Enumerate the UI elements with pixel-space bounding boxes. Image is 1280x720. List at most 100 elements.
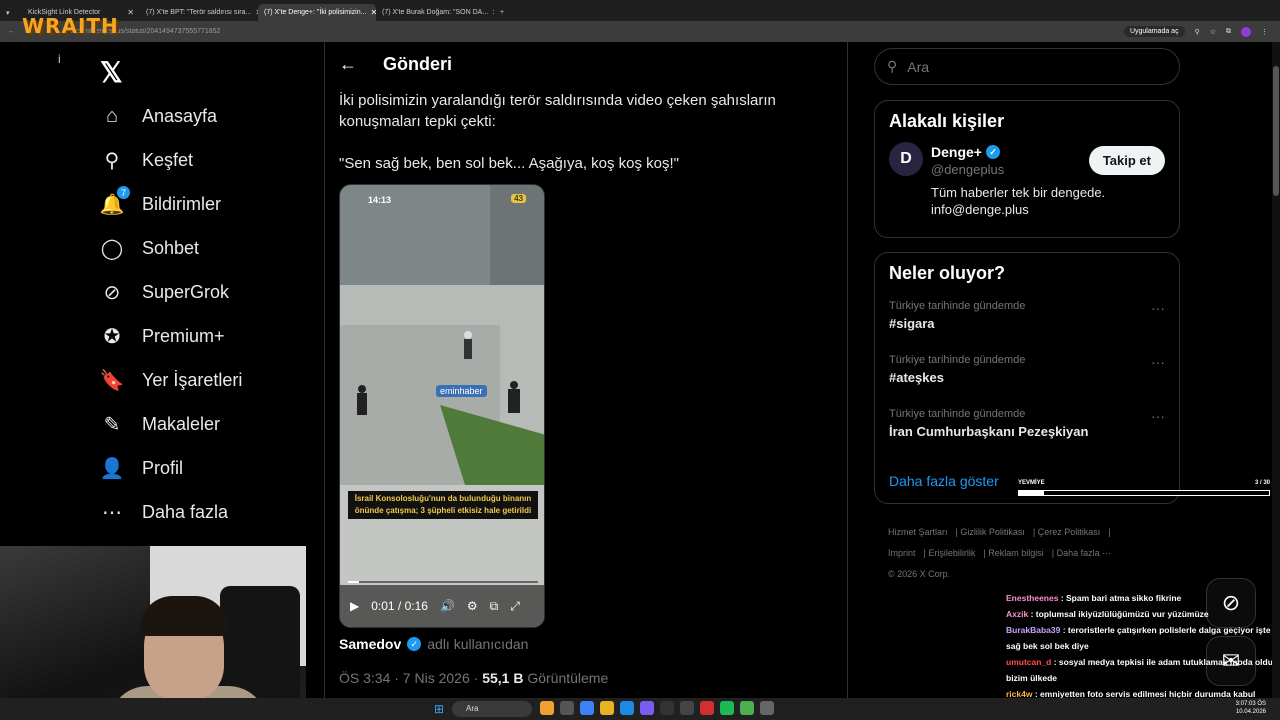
verified-icon: ✓: [985, 145, 1000, 159]
profile-avatar[interactable]: [1241, 26, 1251, 37]
nav-item-more[interactable]: ⋯ Daha fazla: [100, 500, 228, 524]
app-icon[interactable]: [660, 701, 674, 715]
scrollbar-thumb[interactable]: [1273, 66, 1279, 196]
nav-item-bookmarks[interactable]: 🔖 Yer İşaretleri: [99, 368, 243, 392]
trend-item[interactable]: Türkiye tarihinde gündemde #ateşkes ···: [875, 352, 1179, 406]
nav-item-premium[interactable]: ✪ Premium+: [100, 324, 225, 348]
x-logo-icon[interactable]: 𝕏: [100, 56, 123, 89]
footer-link[interactable]: Daha fazla ···: [1057, 548, 1112, 558]
nav-item-chat[interactable]: ◯ Sohbet: [100, 236, 199, 260]
back-icon[interactable]: ←: [8, 28, 15, 35]
settings-icon[interactable]: ⚙: [467, 599, 478, 613]
person-handle: @dengeplus: [931, 162, 1005, 177]
post-time[interactable]: ÖS 3:34 · 7 Nis 2026 ·: [339, 670, 478, 686]
video-progress-bar[interactable]: [348, 581, 538, 583]
browser-tab[interactable]: (7) X'te Burak Doğam: "SON DA...✕: [376, 4, 494, 21]
browser-tab-active[interactable]: (7) X'te Denge+: "İki polisimizin... ✕: [258, 4, 376, 21]
nav-label: Profil: [142, 457, 184, 478]
nav-item-notifications[interactable]: 🔔 7 Bildirimler: [100, 186, 222, 216]
person-bio: Tüm haberler tek bir dengede. info@denge.…: [931, 184, 1105, 218]
verified-icon: ✓: [407, 637, 422, 651]
trend-name: #sigara: [889, 316, 935, 331]
author-name[interactable]: Samedov: [339, 636, 401, 652]
spotify-icon[interactable]: [720, 701, 734, 715]
bio-email[interactable]: info@denge.plus: [931, 201, 1105, 218]
tab-menu-button[interactable]: ▾: [0, 4, 22, 21]
new-tab-button[interactable]: +: [494, 4, 516, 21]
taskbar-search[interactable]: Ara: [452, 701, 532, 717]
video-player[interactable]: 14:13 43 eminhaber İsrail Konsolosluğu'n…: [339, 184, 545, 628]
nav-label: Anasayfa: [142, 105, 218, 126]
video-progress-fill: [348, 581, 360, 583]
app-icon[interactable]: [740, 701, 754, 715]
trend-item[interactable]: Türkiye tarihinde gündemde #sigara ···: [875, 298, 1179, 352]
windows-icon[interactable]: ⊞: [434, 702, 444, 716]
app-icon[interactable]: [580, 701, 594, 715]
nav-label: Premium+: [142, 325, 225, 346]
footer-link[interactable]: Imprint: [888, 548, 916, 558]
related-title: Alakalı kişiler: [889, 111, 1005, 131]
person-item[interactable]: D Denge+ ✓ @dengeplus Tüm haberler tek bi…: [875, 142, 1179, 232]
post-author: Samedov ✓ adlı kullanıcıdan: [339, 636, 528, 652]
footer-link[interactable]: Erişilebilirlik: [928, 548, 975, 558]
avatar[interactable]: D: [889, 142, 923, 176]
nav-label: Bildirimler: [142, 193, 222, 214]
menu-icon[interactable]: ⋮: [1261, 28, 1268, 36]
browser-tab[interactable]: (7) X'te BPT: "Terör saldırısı sıra...✕: [140, 4, 258, 21]
nav-item-explore[interactable]: ⚲ Keşfet: [100, 148, 193, 172]
pip-icon[interactable]: ⧉: [490, 599, 499, 614]
app-icon[interactable]: [640, 701, 654, 715]
more-icon[interactable]: ···: [1151, 300, 1165, 316]
tab-title: (7) X'te Burak Doğam: "SON DA...: [382, 9, 489, 16]
person-name[interactable]: Denge+ ✓: [931, 144, 1000, 160]
search-input[interactable]: ⚲ Ara: [874, 48, 1180, 85]
volume-icon[interactable]: 🔊: [440, 599, 455, 613]
footer-link[interactable]: Çerez Politikası: [1038, 527, 1101, 537]
folder-icon[interactable]: [600, 701, 614, 715]
footer-link[interactable]: Gizlilik Politikası: [960, 527, 1025, 537]
back-arrow-icon[interactable]: ←: [339, 54, 357, 75]
webcam-overlay: [0, 546, 306, 720]
extensions-icon[interactable]: ⧉: [1226, 28, 1231, 36]
yevmiye-progress-fill: [1019, 491, 1044, 495]
nav-label: Keşfet: [142, 149, 194, 170]
search-placeholder: Ara: [907, 58, 930, 75]
more-icon[interactable]: ···: [1151, 354, 1165, 370]
fullscreen-icon[interactable]: ⤢: [510, 599, 520, 614]
more-icon[interactable]: ···: [1151, 408, 1165, 424]
video-timecode: 0:01 / 0:16: [371, 599, 428, 613]
nav-item-articles[interactable]: ✎ Makaleler: [100, 412, 220, 436]
grok-icon: ⊘: [103, 281, 121, 304]
app-icon[interactable]: [760, 701, 774, 715]
chat-user: Axzik: [1006, 609, 1029, 619]
show-more-link[interactable]: Daha fazla göster: [889, 473, 999, 489]
nav-label: Yer İşaretleri: [142, 369, 243, 390]
app-icon[interactable]: [680, 701, 694, 715]
clock-time: 3:07:03 ÖS: [1235, 701, 1266, 707]
app-icon[interactable]: [700, 701, 714, 715]
close-icon[interactable]: ✕: [127, 8, 134, 17]
app-icon[interactable]: [560, 701, 574, 715]
taskbar-apps: [540, 701, 774, 715]
taskbar-clock[interactable]: 3:07:03 ÖS 10.04.2026: [1236, 700, 1266, 716]
nav-item-home[interactable]: ⌂ Anasayfa: [100, 104, 217, 128]
app-icon[interactable]: [540, 701, 554, 715]
author-suffix: adlı kullanıcıdan: [427, 636, 529, 652]
app-icon[interactable]: [620, 701, 634, 715]
footer-link[interactable]: Reklam bilgisi: [988, 548, 1044, 558]
follow-button[interactable]: Takip et: [1088, 146, 1165, 175]
browser-tab-bar: ▾ KickSight Link Detector ✕ (7) X'te BPT:…: [0, 0, 1280, 21]
play-icon[interactable]: ▶: [350, 599, 359, 613]
trend-item[interactable]: Türkiye tarihinde gündemde İran Cumhurba…: [875, 406, 1179, 460]
cam-hair: [140, 596, 228, 636]
star-icon[interactable]: ☆: [1210, 28, 1216, 36]
page-scrollbar[interactable]: [1272, 42, 1280, 698]
zoom-icon[interactable]: ⚲: [1195, 28, 1200, 36]
footer-link[interactable]: Hizmet Şartları: [888, 527, 948, 537]
nav-item-supergrok[interactable]: ⊘ SuperGrok: [100, 280, 229, 304]
premium-icon: ✪: [103, 325, 121, 348]
open-in-app-button[interactable]: Uygulamada aç: [1123, 26, 1185, 37]
copyright: © 2026 X Corp.: [888, 569, 951, 579]
bookmark-icon: 🔖: [99, 369, 125, 392]
nav-item-profile[interactable]: 👤 Profil: [100, 456, 183, 480]
